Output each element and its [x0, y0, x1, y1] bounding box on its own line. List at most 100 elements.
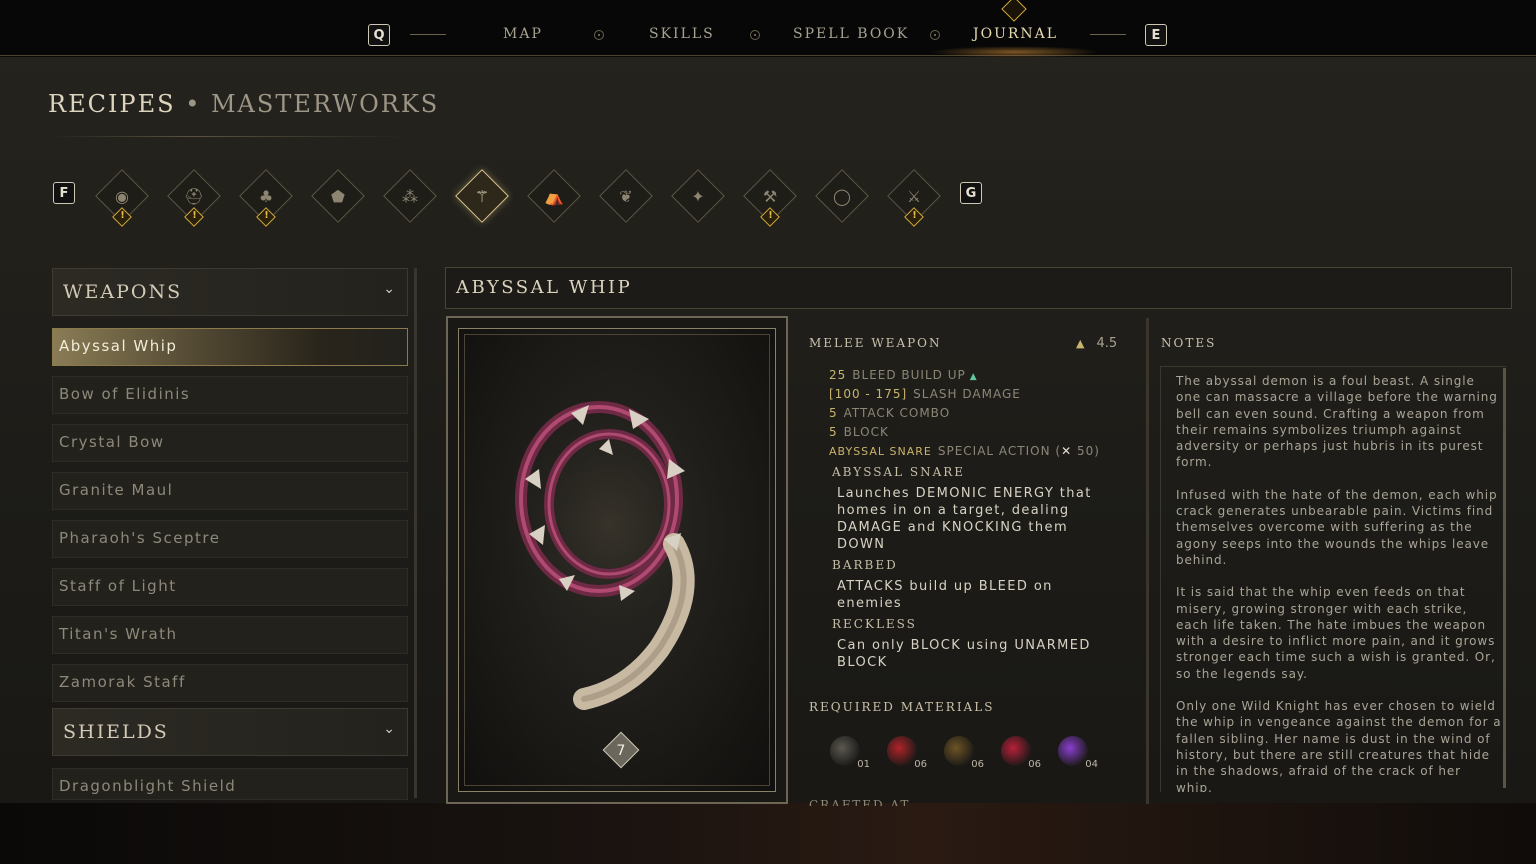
material-slot[interactable]: 06: [940, 730, 984, 770]
item-stats-panel: MELEE WEAPON ▲ 4.5 25 BLEED BUILD UP ▲ [100…: [800, 316, 1140, 806]
group-header-weapons[interactable]: WEAPONS ⌄: [52, 268, 408, 316]
ability-name: BARBED: [832, 558, 898, 572]
list-item[interactable]: Crystal Bow: [52, 424, 408, 462]
notes-scrollbar[interactable]: [1503, 368, 1506, 788]
background-floor: [0, 803, 1536, 864]
prev-category-key[interactable]: F: [53, 182, 75, 204]
list-item-label: Granite Maul: [59, 481, 174, 499]
top-nav-bar: Q MAP SKILLS SPELL BOOK JOURNAL E: [0, 0, 1536, 58]
stat-value: 25: [829, 368, 847, 382]
notes-text: The abyssal demon is a foul beast. A sin…: [1160, 366, 1506, 792]
material-slot[interactable]: 06: [997, 730, 1041, 770]
spark-icon: ✦: [691, 186, 705, 206]
category-tab-axe[interactable]: ⚔: [887, 169, 941, 227]
item-weight: ▲ 4.5: [1076, 336, 1117, 351]
list-item-label: Zamorak Staff: [59, 673, 186, 691]
title-masterworks: MASTERWORKS: [210, 90, 440, 118]
weight-value: 4.5: [1096, 336, 1118, 351]
list-item[interactable]: Titan's Wrath: [52, 616, 408, 654]
whip-icon: [479, 389, 739, 710]
category-tab-helmet[interactable]: ⛑: [167, 169, 221, 227]
stat-label: BLEED BUILD UP: [852, 368, 966, 382]
list-item-abyssal-whip[interactable]: Abyssal Whip: [52, 328, 408, 366]
tab-spell-book[interactable]: SPELL BOOK: [793, 26, 909, 42]
stat-value: [100 - 175]: [829, 387, 908, 401]
prev-tab-key[interactable]: Q: [368, 24, 390, 46]
category-tab-camp[interactable]: ⛺: [527, 169, 581, 223]
category-tab-armor[interactable]: ⬟: [311, 169, 365, 223]
recipe-list: WEAPONS ⌄ Abyssal Whip Bow of Elidinis C…: [46, 260, 420, 800]
section-divider: [1146, 318, 1149, 804]
category-tab-leaf[interactable]: ❦: [599, 169, 653, 223]
list-item-label: Titan's Wrath: [59, 625, 178, 643]
stat-slash-damage: [100 - 175] SLASH DAMAGE: [829, 387, 1021, 401]
page-title: RECIPES • MASTERWORKS: [48, 90, 439, 118]
group-header-shields[interactable]: SHIELDS ⌄: [52, 708, 408, 756]
list-item-label: Bow of Elidinis: [59, 385, 191, 403]
category-tab-staff[interactable]: ⚚: [455, 169, 509, 223]
material-slot[interactable]: 06: [883, 730, 927, 770]
notes-panel: NOTES The abyssal demon is a foul beast.…: [1152, 316, 1512, 804]
flower-material-icon: [1001, 736, 1031, 766]
title-underline: [48, 136, 408, 137]
nav-separator-dot: [594, 30, 604, 40]
tab-journal[interactable]: JOURNAL: [973, 26, 1058, 42]
list-item[interactable]: Bow of Elidinis: [52, 376, 408, 414]
next-category-key[interactable]: G: [960, 182, 982, 204]
item-type: MELEE WEAPON: [809, 336, 942, 350]
category-tab-spark[interactable]: ✦: [671, 169, 725, 223]
nav-separator-dot: [750, 30, 760, 40]
category-tab-ring[interactable]: ◯: [815, 169, 869, 223]
list-item[interactable]: Staff of Light: [52, 568, 408, 606]
ability-description: Launches DEMONIC ENERGY that homes in on…: [837, 486, 1092, 552]
notes-paragraph: The abyssal demon is a foul beast. A sin…: [1176, 374, 1498, 470]
weight-icon: ▲: [1076, 337, 1085, 350]
increase-arrow-icon: ▲: [969, 372, 978, 382]
ability-description: Can only BLOCK using UNARMED BLOCK: [837, 638, 1091, 670]
item-card-art: 7: [458, 328, 776, 792]
list-scrollbar[interactable]: [414, 268, 417, 798]
list-item-label: Abyssal Whip: [59, 337, 178, 355]
crafted-at-title: CRAFTED AT: [809, 798, 911, 806]
stat-value: 5: [829, 406, 838, 420]
material-quantity: 06: [914, 759, 927, 770]
title-recipes: RECIPES: [48, 90, 176, 118]
category-tab-cluster[interactable]: ⁂: [383, 169, 437, 223]
stat-label: BLOCK: [843, 425, 889, 439]
material-quantity: 01: [857, 759, 870, 770]
list-item[interactable]: Dragonblight Shield: [52, 768, 408, 800]
chevron-down-icon: ⌄: [383, 281, 395, 297]
material-quantity: 06: [1028, 759, 1041, 770]
notes-paragraph: It is said that the whip even feeds on t…: [1176, 585, 1496, 681]
list-item[interactable]: Zamorak Staff: [52, 664, 408, 702]
tab-map[interactable]: MAP: [503, 26, 543, 42]
group-label: SHIELDS: [63, 721, 169, 743]
close-x-icon: ✕: [1061, 444, 1073, 458]
list-item-label: Dragonblight Shield: [59, 777, 237, 795]
staff-icon: ⚚: [474, 186, 490, 206]
special-cost: 50): [1076, 444, 1100, 458]
notes-paragraph: Infused with the hate of the demon, each…: [1176, 487, 1498, 567]
leaf-icon: ❦: [619, 186, 633, 206]
stat-bleed: 25 BLEED BUILD UP ▲: [829, 368, 978, 382]
list-item[interactable]: Pharaoh's Sceptre: [52, 520, 408, 558]
special-label: SPECIAL ACTION: [937, 444, 1051, 458]
materials-title: REQUIRED MATERIALS: [809, 700, 995, 714]
material-slot[interactable]: 01: [826, 730, 870, 770]
list-item[interactable]: Granite Maul: [52, 472, 408, 510]
next-tab-key[interactable]: E: [1145, 24, 1167, 46]
material-slot[interactable]: 04: [1054, 730, 1098, 770]
stat-special-action: ABYSSAL SNARE SPECIAL ACTION (✕ 50): [829, 444, 1100, 458]
list-item-label: Staff of Light: [59, 577, 177, 595]
material-quantity: 04: [1085, 759, 1098, 770]
ore-material-icon: [944, 736, 974, 766]
ring-material-icon: [830, 736, 860, 766]
category-tab-herb[interactable]: ♣: [239, 169, 293, 227]
tab-skills[interactable]: SKILLS: [649, 26, 715, 42]
crystal-material-icon: [1058, 736, 1088, 766]
group-label: WEAPONS: [63, 281, 183, 303]
title-separator: •: [185, 90, 202, 118]
category-tab-pickaxe[interactable]: ⚒: [743, 169, 797, 227]
ability-name: RECKLESS: [832, 617, 917, 631]
category-tab-eye[interactable]: ◉: [95, 169, 149, 227]
